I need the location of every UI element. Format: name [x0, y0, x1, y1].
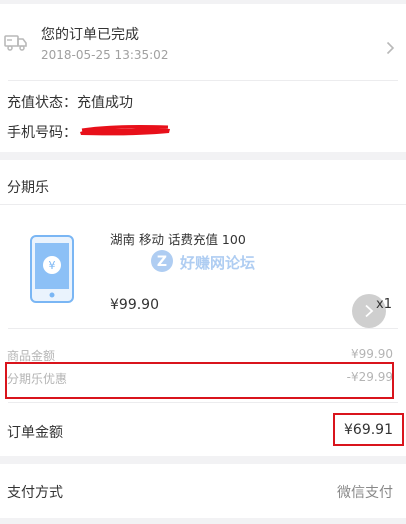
svg-text:¥: ¥ — [49, 259, 56, 272]
order-total-label: 订单金额 — [7, 425, 63, 441]
watermark-logo-icon: Z — [151, 250, 173, 272]
payment-card: 支付方式 微信支付 — [0, 464, 406, 518]
discount-highlight-box — [5, 362, 394, 399]
recharge-status-label: 充值状态： — [7, 95, 77, 111]
product-price: ¥99.90 — [110, 297, 159, 313]
order-status-card: 您的订单已完成 2018-05-25 13:35:02 充值状态： 充值成功 手… — [0, 4, 406, 152]
recharge-status-value: 充值成功 — [77, 95, 133, 111]
product-name: 湖南 移动 话费充值 100 — [110, 232, 246, 247]
watermark-text: 好赚网论坛 — [180, 254, 256, 272]
order-status-row[interactable]: 您的订单已完成 2018-05-25 13:35:02 — [0, 4, 406, 80]
divider — [8, 80, 398, 81]
phone-number-redaction — [80, 124, 170, 136]
delivery-truck-icon — [4, 32, 28, 56]
order-timestamp: 2018-05-25 13:35:02 — [41, 48, 169, 62]
divider — [8, 328, 398, 329]
divider — [8, 402, 398, 403]
payment-method-label: 支付方式 — [7, 485, 63, 501]
product-quantity: x1 — [376, 297, 392, 312]
store-name: 分期乐 — [7, 180, 49, 196]
goods-amount-value: ¥99.90 — [351, 347, 393, 361]
order-status-title: 您的订单已完成 — [41, 27, 139, 43]
payment-method-value: 微信支付 — [337, 485, 393, 501]
phone-number-label: 手机号码： — [7, 125, 77, 141]
chevron-right-icon — [386, 40, 395, 59]
phone-recharge-icon: ¥ — [30, 235, 74, 307]
chevron-right-icon — [365, 304, 374, 318]
order-detail-card: 分期乐 ¥ 湖南 移动 话费充值 100 ¥99.90 x1 Z 好赚网论坛 商… — [0, 160, 406, 456]
order-total-value: ¥69.91 — [344, 422, 393, 438]
svg-text:Z: Z — [157, 254, 167, 270]
